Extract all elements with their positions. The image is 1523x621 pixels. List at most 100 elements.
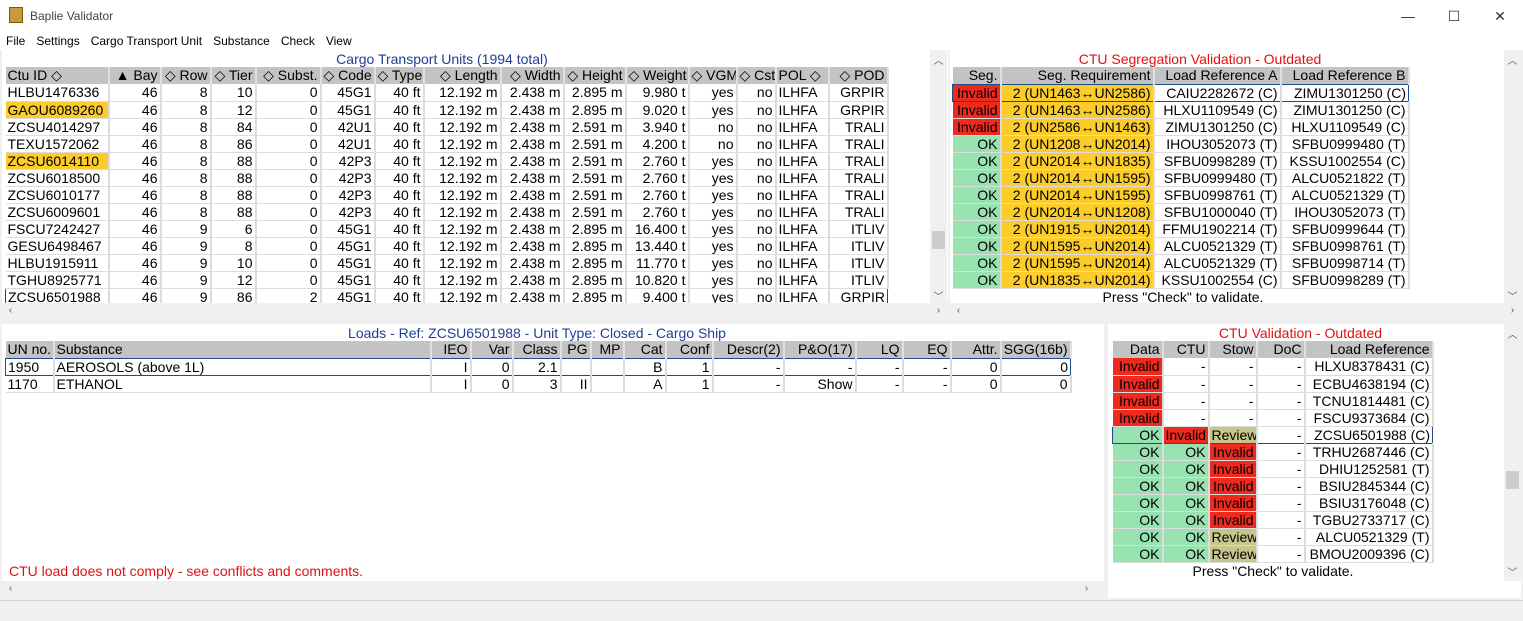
scroll-up-icon[interactable]: ︿	[1504, 52, 1521, 67]
column-header[interactable]: Load Reference	[1304, 341, 1434, 358]
scroll-left-icon[interactable]: ‹	[950, 305, 967, 316]
table-row[interactable]: TGHU8925771 46 9 12 0 45G1 40 ft 12.192 m 2.438 …	[5, 271, 889, 289]
column-header[interactable]: Load Reference B	[1280, 67, 1410, 85]
table-row[interactable]: ZCSU6009601 46 8 88 0 42P3 40 ft 12.192 m 2.438 …	[5, 203, 889, 221]
column-header[interactable]: ◇ Type	[374, 67, 425, 84]
menu-cargo-transport-unit[interactable]: Cargo Transport Unit	[85, 32, 207, 49]
scroll-up-icon[interactable]: ︿	[930, 52, 947, 67]
scroll-up-icon[interactable]: ︿	[1504, 326, 1521, 341]
validation-vertical-scrollbar[interactable]: ︿ ﹀	[1504, 324, 1521, 581]
table-row[interactable]: OK 2 (UN1208↔UN2014) IHOU3052073 (T) SFBU09…	[952, 135, 1410, 153]
column-header[interactable]: Class	[512, 341, 562, 359]
scroll-right-icon[interactable]: ›	[1078, 583, 1095, 594]
table-row[interactable]: TEXU1572062 46 8 86 0 42U1 40 ft 12.192 m 2.438 …	[5, 135, 889, 153]
table-row[interactable]: ZCSU6018500 46 8 88 0 42P3 40 ft 12.192 m 2.438 …	[5, 169, 889, 187]
column-header[interactable]: ◇ Cst	[736, 67, 777, 84]
table-row[interactable]: HLBU1476336 46 8 10 0 45G1 40 ft 12.192 m 2.438 …	[5, 84, 889, 102]
column-header[interactable]: IEO	[430, 341, 472, 359]
segregation-vertical-scrollbar[interactable]: ︿ ﹀	[1504, 50, 1521, 303]
table-row[interactable]: Invalid - - - TCNU1814481 (C)	[1112, 392, 1434, 410]
scroll-right-icon[interactable]: ›	[1504, 305, 1521, 316]
table-row[interactable]: OK 2 (UN1595↔UN2014) ALCU0521329 (T) SFBU09…	[952, 254, 1410, 272]
table-row[interactable]: 1950 AEROSOLS (above 1L) I 0 2.1 B 1- - - -0 0	[5, 358, 1071, 376]
column-header[interactable]: ◇ Code	[320, 67, 376, 84]
table-row[interactable]: ZCSU4014297 46 8 84 0 42U1 40 ft 12.192 m 2.438 …	[5, 118, 889, 136]
loads-horizontal-scrollbar[interactable]: ‹ ›	[2, 581, 1104, 598]
scroll-down-icon[interactable]: ﹀	[930, 288, 947, 303]
column-header[interactable]: LQ	[855, 341, 904, 359]
menu-check[interactable]: Check	[275, 32, 320, 49]
scroll-left-icon[interactable]: ‹	[2, 583, 19, 594]
segregation-horizontal-scrollbar[interactable]: ‹ ›	[950, 303, 1521, 320]
scroll-down-icon[interactable]: ﹀	[1504, 288, 1521, 303]
table-row[interactable]: OK OK Review - ALCU0521329 (T)	[1112, 528, 1434, 546]
table-row[interactable]: GAOU6089260 46 8 12 0 45G1 40 ft 12.192 m 2.438 …	[5, 101, 889, 119]
table-row[interactable]: 1170 ETHANOL I 0 3 II A 1- Show - -0 0	[5, 375, 1072, 393]
scroll-left-icon[interactable]: ‹	[2, 305, 19, 316]
table-row[interactable]: OK OK Invalid - TRHU2687446 (C)	[1112, 443, 1434, 461]
column-header[interactable]: Cat	[623, 341, 667, 359]
column-header[interactable]: Stow	[1208, 341, 1258, 358]
column-header[interactable]: ▲ Bay	[108, 67, 162, 84]
table-row[interactable]: OK 2 (UN2014↔UN1595) SFBU0999480 (T) ALCU05…	[952, 169, 1410, 187]
table-row[interactable]: OK 2 (UN1835↔UN2014) KSSU1002554 (C) SFBU09…	[952, 271, 1410, 289]
scroll-down-icon[interactable]: ﹀	[1504, 564, 1521, 579]
ctu-horizontal-scrollbar[interactable]: ‹ ›	[2, 303, 948, 320]
column-header[interactable]: SGG(16b)	[1000, 341, 1072, 359]
table-row[interactable]: Invalid - - - FSCU9373684 (C)	[1112, 409, 1434, 427]
column-header[interactable]: POL ◇	[775, 67, 830, 84]
column-header[interactable]: Conf	[665, 341, 714, 359]
column-header[interactable]: DoC	[1256, 341, 1306, 358]
table-row[interactable]: OK OK Invalid - DHIU1252581 (T)	[1112, 460, 1434, 478]
table-row[interactable]: OK OK Invalid - BSIU2845344 (C)	[1112, 477, 1434, 495]
table-row[interactable]: OK 2 (UN1915↔UN2014) FFMU1902214 (T) SFBU09…	[952, 220, 1410, 238]
column-header[interactable]: Var	[470, 341, 514, 359]
table-row[interactable]: OK 2 (UN1595↔UN2014) ALCU0521329 (T) SFBU09…	[952, 237, 1410, 255]
menu-settings[interactable]: Settings	[30, 32, 84, 49]
minimize-button[interactable]: —	[1385, 0, 1431, 32]
table-row[interactable]: HLBU1915911 46 9 10 0 45G1 40 ft 12.192 m 2.438 …	[5, 254, 889, 272]
menu-view[interactable]: View	[320, 32, 357, 49]
column-header[interactable]: ◇ Height	[563, 67, 627, 84]
column-header[interactable]: ◇ Length	[423, 67, 502, 84]
column-header[interactable]: Load Reference A	[1153, 67, 1282, 85]
column-header[interactable]: P&O(17)	[783, 341, 857, 359]
table-row[interactable]: OK 2 (UN2014↔UN1835) SFBU0998289 (T) KSSU10…	[952, 152, 1410, 170]
table-row[interactable]: OK 2 (UN2014↔UN1208) SFBU1000040 (T) IHOU30…	[952, 203, 1410, 221]
table-row[interactable]: Invalid 2 (UN1463↔UN2586) CAIU2282672 (C) Z…	[952, 84, 1409, 102]
table-row[interactable]: OK OK Invalid - TGBU2733717 (C)	[1112, 511, 1434, 529]
column-header[interactable]: CTU	[1162, 341, 1210, 358]
table-row[interactable]: Invalid 2 (UN2586↔UN1463) ZIMU1301250 (C) H…	[952, 118, 1410, 136]
column-header[interactable]: ◇ Row	[160, 67, 212, 84]
ctu-vertical-scrollbar[interactable]: ︿ ﹀	[930, 50, 947, 303]
column-header[interactable]: UN no.	[5, 341, 55, 359]
menu-substance[interactable]: Substance	[207, 32, 275, 49]
column-header[interactable]: Seg.	[952, 67, 1002, 85]
column-header[interactable]: Seg. Requirement	[1000, 67, 1155, 85]
table-row[interactable]: Invalid - - - HLXU8378431 (C)	[1112, 358, 1434, 376]
column-header[interactable]: Attr.	[950, 341, 1002, 359]
table-row[interactable]: ZCSU6014110 46 8 88 0 42P3 40 ft 12.192 m 2.438 …	[5, 152, 889, 170]
column-header[interactable]: PG	[560, 341, 592, 359]
table-row[interactable]: OK OK Invalid - BSIU3176048 (C)	[1112, 494, 1434, 512]
scroll-thumb[interactable]	[1506, 471, 1519, 489]
column-header[interactable]: ◇ Tier	[210, 67, 257, 84]
maximize-button[interactable]: ☐	[1431, 0, 1477, 32]
table-row[interactable]: OK 2 (UN2014↔UN1595) SFBU0998761 (T) ALCU05…	[952, 186, 1410, 204]
table-row[interactable]: Invalid - - - ECBU4638194 (C)	[1112, 375, 1434, 393]
column-header[interactable]: ◇ VGM	[688, 67, 738, 84]
table-row[interactable]: GESU6498467 46 9 8 0 45G1 40 ft 12.192 m 2.438 m…	[5, 237, 889, 255]
column-header[interactable]: ◇ Width	[500, 67, 565, 84]
table-row[interactable]: OK Invalid Review - ZCSU6501988 (C)	[1112, 425, 1433, 444]
column-header[interactable]: Substance	[53, 341, 432, 359]
column-header[interactable]: Ctu ID ◇	[5, 67, 110, 84]
column-header[interactable]: EQ	[902, 341, 952, 359]
column-header[interactable]: Descr(2)	[712, 341, 785, 359]
table-row[interactable]: FSCU7242427 46 9 6 0 45G1 40 ft 12.192 m 2.438 m…	[5, 220, 889, 238]
column-header[interactable]: Data	[1112, 341, 1164, 358]
column-header[interactable]: ◇ Weight	[625, 67, 690, 84]
table-row[interactable]: Invalid 2 (UN1463↔UN2586) HLXU1109549 (C) Z…	[952, 101, 1410, 119]
menu-file[interactable]: File	[0, 32, 30, 49]
column-header[interactable]: ◇ POD	[828, 67, 889, 84]
table-row[interactable]: OK OK Review - BMOU2009396 (C)	[1112, 545, 1434, 563]
